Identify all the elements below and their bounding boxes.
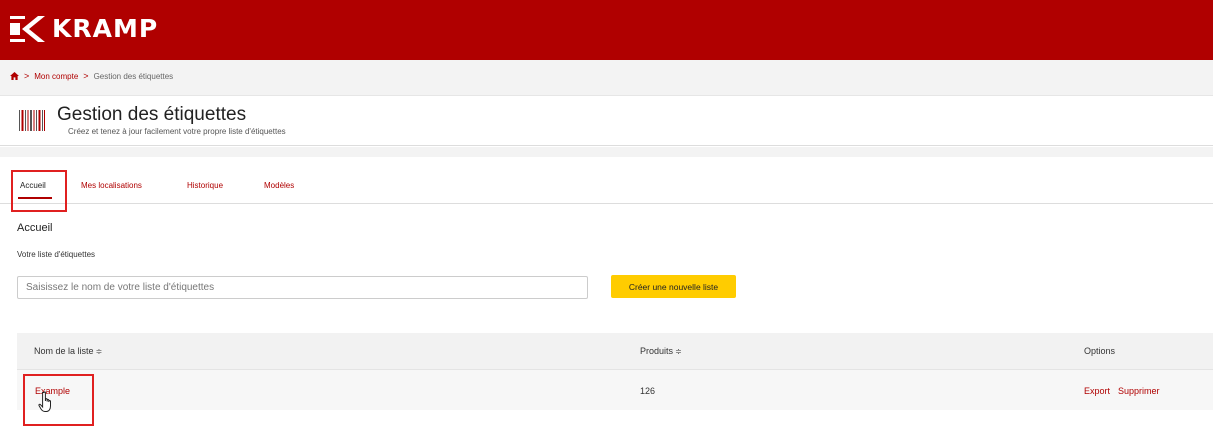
export-link[interactable]: Export xyxy=(1084,386,1110,396)
table-header: Nom de la liste ≑ Produits ≑ Options xyxy=(17,333,1213,369)
section-title: Accueil xyxy=(17,222,53,234)
tab-mes-localisations[interactable]: Mes localisations xyxy=(81,181,142,190)
breadcrumb-separator: > xyxy=(83,71,89,81)
delete-link[interactable]: Supprimer xyxy=(1118,386,1160,396)
list-name-label: Votre liste d'étiquettes xyxy=(17,250,96,259)
hand-pointer-icon xyxy=(38,391,51,412)
page-title: Gestion des étiquettes xyxy=(57,104,247,125)
highlight-box-accueil xyxy=(11,170,67,212)
breadcrumb-bar: > Mon compte > Gestion des étiquettes xyxy=(0,60,1213,96)
product-count: 126 xyxy=(640,386,656,396)
breadcrumb-item-mon-compte[interactable]: Mon compte xyxy=(34,72,78,81)
breadcrumb-separator: > xyxy=(24,71,30,81)
table-row: Example 126 Export Supprimer xyxy=(17,369,1213,410)
tab-historique[interactable]: Historique xyxy=(187,181,223,190)
sort-icon[interactable]: ≑ xyxy=(675,347,682,356)
column-header-name[interactable]: Nom de la liste ≑ xyxy=(34,346,102,356)
section-gap xyxy=(0,147,1213,157)
kramp-logo-icon xyxy=(10,16,45,42)
top-header: KRAMP xyxy=(0,0,1213,60)
column-header-options: Options xyxy=(1084,346,1116,356)
create-list-button[interactable]: Créer une nouvelle liste xyxy=(611,275,736,298)
labels-table: Nom de la liste ≑ Produits ≑ Options Examp… xyxy=(17,333,1213,410)
barcode-icon xyxy=(19,110,45,131)
list-name-input[interactable] xyxy=(17,276,588,299)
page-subtitle: Créez et tenez à jour facilement votre p… xyxy=(68,127,286,136)
sort-icon[interactable]: ≑ xyxy=(96,347,103,356)
tab-bar: Accueil Mes localisations Historique Mod… xyxy=(0,157,1213,204)
page-header: Gestion des étiquettes Créez et tenez à … xyxy=(0,96,1213,146)
highlight-box-example xyxy=(23,374,94,426)
home-icon[interactable] xyxy=(10,72,19,80)
column-header-products[interactable]: Produits ≑ xyxy=(640,346,682,356)
breadcrumb-item-current: Gestion des étiquettes xyxy=(93,71,174,81)
tab-modeles[interactable]: Modèles xyxy=(264,181,294,190)
row-options: Export Supprimer xyxy=(1084,386,1168,396)
brand-name: KRAMP xyxy=(52,14,159,43)
kramp-logo[interactable]: KRAMP xyxy=(10,14,158,44)
breadcrumb: > Mon compte > Gestion des étiquettes xyxy=(10,71,173,81)
